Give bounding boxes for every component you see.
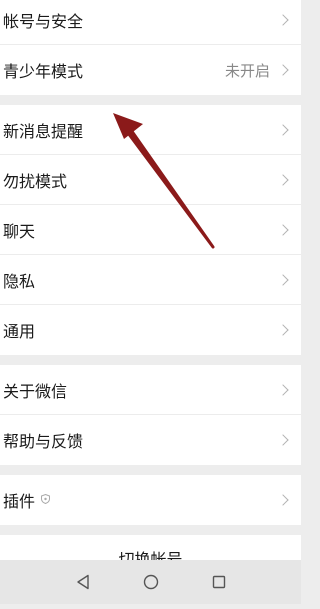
settings-item-label: 插件 <box>3 492 36 511</box>
shield-icon <box>41 493 51 507</box>
teen-mode-status: 未开启 <box>224 61 270 80</box>
settings-item-label: 聊天 <box>3 222 36 241</box>
settings-item-label: 新消息提醒 <box>3 122 84 141</box>
chevron-right-icon <box>277 434 289 446</box>
settings-item-label: 勿扰模式 <box>3 172 68 191</box>
settings-item-teen-mode[interactable]: 青少年模式 未开启 <box>0 45 301 95</box>
home-circle-icon[interactable] <box>142 573 160 591</box>
chevron-right-icon <box>277 124 289 136</box>
settings-item-about-wechat[interactable]: 关于微信 <box>0 365 301 415</box>
chevron-right-icon <box>277 324 289 336</box>
settings-group-account: 帐号与安全 青少年模式 未开启 <box>0 0 301 95</box>
settings-item-do-not-disturb[interactable]: 勿扰模式 <box>0 155 301 205</box>
settings-item-label: 通用 <box>3 322 36 341</box>
chevron-right-icon <box>277 224 289 236</box>
settings-group-about: 关于微信 帮助与反馈 <box>0 365 301 465</box>
chevron-right-icon <box>277 64 289 76</box>
settings-item-label: 帐号与安全 <box>3 12 84 31</box>
chevron-right-icon <box>277 174 289 186</box>
group-gap <box>0 355 301 365</box>
back-triangle-icon[interactable] <box>74 573 92 591</box>
settings-item-label: 关于微信 <box>3 382 68 401</box>
settings-group-plugins: 插件 <box>0 475 301 525</box>
recents-square-icon[interactable] <box>210 573 228 591</box>
chevron-right-icon <box>277 494 289 506</box>
settings-group-general: 新消息提醒 勿扰模式 聊天 隐私 通用 <box>0 105 301 355</box>
settings-item-label: 青少年模式 <box>3 62 84 81</box>
settings-item-general[interactable]: 通用 <box>0 305 301 355</box>
group-gap <box>0 95 301 105</box>
settings-item-help-feedback[interactable]: 帮助与反馈 <box>0 415 301 465</box>
settings-item-privacy[interactable]: 隐私 <box>0 255 301 305</box>
chevron-right-icon <box>277 14 289 26</box>
settings-item-new-message-notification[interactable]: 新消息提醒 <box>0 105 301 155</box>
chevron-right-icon <box>277 384 289 396</box>
group-gap <box>0 525 301 535</box>
settings-item-plugins[interactable]: 插件 <box>0 475 301 525</box>
settings-item-account-security[interactable]: 帐号与安全 <box>0 0 301 45</box>
settings-item-chat[interactable]: 聊天 <box>0 205 301 255</box>
system-navigation-bar <box>0 560 301 604</box>
chevron-right-icon <box>277 274 289 286</box>
settings-item-label: 帮助与反馈 <box>3 432 84 451</box>
settings-item-label: 隐私 <box>3 272 36 291</box>
group-gap <box>0 465 301 475</box>
